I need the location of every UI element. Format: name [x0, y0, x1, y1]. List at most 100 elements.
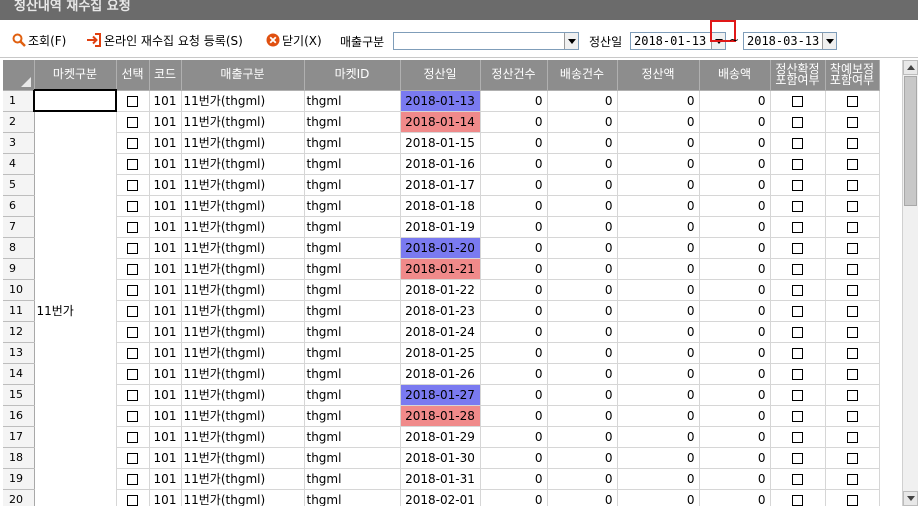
row-number[interactable]: 16 — [3, 405, 35, 427]
select-checkbox[interactable] — [127, 326, 138, 338]
settle-date-cell[interactable]: 2018-01-14 — [400, 111, 481, 133]
delivery-included-cell[interactable] — [825, 153, 880, 175]
market-id-cell[interactable]: thgml — [304, 174, 401, 196]
table-row[interactable]: 4 101 11번가(thgml) thgml 2018-01-16 0 0 0 0 — [3, 153, 880, 175]
settle-included-checkbox[interactable] — [792, 431, 803, 443]
code-cell[interactable]: 101 — [149, 447, 182, 469]
row-number[interactable]: 9 — [3, 258, 35, 280]
code-cell[interactable]: 101 — [149, 384, 182, 406]
market-id-cell[interactable]: thgml — [304, 489, 401, 506]
delivery-included-checkbox[interactable] — [846, 284, 858, 296]
settle-amount-cell[interactable]: 0 — [617, 195, 700, 217]
register-request-button[interactable]: 온라인 재수집 요청 등록(S) — [86, 31, 243, 49]
sales-type-cell[interactable]: 11번가(thgml) — [181, 111, 305, 133]
ship-count-cell[interactable]: 0 — [547, 321, 618, 343]
code-cell[interactable]: 101 — [149, 363, 182, 385]
sales-type-cell[interactable]: 11번가(thgml) — [181, 153, 305, 175]
settle-date-cell[interactable]: 2018-01-23 — [400, 300, 481, 322]
delivery-included-checkbox[interactable] — [846, 494, 858, 506]
settle-included-cell[interactable] — [770, 447, 826, 469]
settle-included-cell[interactable] — [770, 489, 826, 506]
row-number[interactable]: 6 — [3, 195, 35, 217]
settle-date-cell[interactable]: 2018-01-22 — [400, 279, 481, 301]
settle-count-cell[interactable]: 0 — [480, 195, 548, 217]
delivery-included-cell[interactable] — [825, 363, 880, 385]
settle-included-cell[interactable] — [770, 258, 826, 280]
sales-type-cell[interactable]: 11번가(thgml) — [181, 363, 305, 385]
settle-included-cell[interactable] — [770, 384, 826, 406]
chevron-down-icon[interactable] — [822, 33, 836, 49]
col-settle-count[interactable]: 정산건수 — [480, 60, 548, 91]
ship-count-cell[interactable]: 0 — [547, 384, 618, 406]
delivery-included-checkbox[interactable] — [846, 368, 858, 380]
ship-amount-cell[interactable]: 0 — [699, 111, 771, 133]
delivery-included-cell[interactable] — [825, 111, 880, 133]
settle-count-cell[interactable]: 0 — [480, 90, 548, 112]
delivery-included-checkbox[interactable] — [846, 179, 858, 191]
table-row[interactable]: 20 101 11번가(thgml) thgml 2018-02-01 0 0 0 0 — [3, 489, 880, 506]
settle-count-cell[interactable]: 0 — [480, 174, 548, 196]
col-code[interactable]: 코드 — [149, 60, 182, 91]
settle-included-cell[interactable] — [770, 216, 826, 238]
settle-count-cell[interactable]: 0 — [480, 132, 548, 154]
col-market-id[interactable]: 마켓ID — [304, 60, 401, 91]
row-number[interactable]: 5 — [3, 174, 35, 196]
delivery-included-checkbox[interactable] — [846, 221, 858, 233]
select-checkbox-cell[interactable] — [116, 216, 150, 238]
delivery-included-cell[interactable] — [825, 300, 880, 322]
market-id-cell[interactable]: thgml — [304, 300, 401, 322]
table-row[interactable]: 7 101 11번가(thgml) thgml 2018-01-19 0 0 0 0 — [3, 216, 880, 238]
settle-included-cell[interactable] — [770, 111, 826, 133]
delivery-included-checkbox[interactable] — [846, 158, 858, 170]
settle-date-cell[interactable]: 2018-02-01 — [400, 489, 481, 506]
row-number[interactable]: 10 — [3, 279, 35, 301]
select-checkbox-cell[interactable] — [116, 321, 150, 343]
delivery-included-cell[interactable] — [825, 321, 880, 343]
sales-type-cell[interactable]: 11번가(thgml) — [181, 468, 305, 490]
settle-date-cell[interactable]: 2018-01-30 — [400, 447, 481, 469]
ship-count-cell[interactable]: 0 — [547, 468, 618, 490]
settle-included-checkbox[interactable] — [792, 179, 803, 191]
settle-included-cell[interactable] — [770, 342, 826, 364]
settle-included-cell[interactable] — [770, 90, 826, 112]
settle-date-cell[interactable]: 2018-01-15 — [400, 132, 481, 154]
select-checkbox[interactable] — [127, 368, 138, 380]
delivery-included-cell[interactable] — [825, 279, 880, 301]
settle-count-cell[interactable]: 0 — [480, 363, 548, 385]
sales-type-cell[interactable]: 11번가(thgml) — [181, 279, 305, 301]
ship-count-cell[interactable]: 0 — [547, 405, 618, 427]
settle-amount-cell[interactable]: 0 — [617, 489, 700, 506]
settle-date-cell[interactable]: 2018-01-19 — [400, 216, 481, 238]
search-button[interactable]: 조회(F) — [12, 31, 66, 49]
delivery-included-checkbox[interactable] — [846, 326, 858, 338]
table-row[interactable]: 19 101 11번가(thgml) thgml 2018-01-31 0 0 0 0 — [3, 468, 880, 490]
code-cell[interactable]: 101 — [149, 216, 182, 238]
settle-count-cell[interactable]: 0 — [480, 447, 548, 469]
ship-amount-cell[interactable]: 0 — [699, 237, 771, 259]
settle-included-cell[interactable] — [770, 468, 826, 490]
settle-amount-cell[interactable]: 0 — [617, 342, 700, 364]
date-to-picker[interactable]: 2018-03-13 — [743, 32, 837, 50]
table-row[interactable]: 1 101 11번가(thgml) thgml 2018-01-13 0 0 0 0 — [3, 89, 880, 112]
select-checkbox[interactable] — [127, 221, 138, 233]
delivery-included-cell[interactable] — [825, 489, 880, 506]
settle-count-cell[interactable]: 0 — [480, 237, 548, 259]
grid-corner[interactable] — [3, 60, 35, 91]
sales-type-cell[interactable]: 11번가(thgml) — [181, 384, 305, 406]
market-id-cell[interactable]: thgml — [304, 216, 401, 238]
settle-count-cell[interactable]: 0 — [480, 279, 548, 301]
settle-included-checkbox[interactable] — [792, 116, 803, 128]
code-cell[interactable]: 101 — [149, 258, 182, 280]
row-number[interactable]: 12 — [3, 321, 35, 343]
sales-type-select[interactable] — [393, 32, 579, 50]
ship-amount-cell[interactable]: 0 — [699, 321, 771, 343]
settle-amount-cell[interactable]: 0 — [617, 468, 700, 490]
settle-included-checkbox[interactable] — [792, 305, 803, 317]
ship-amount-cell[interactable]: 0 — [699, 195, 771, 217]
table-row[interactable]: 9 101 11번가(thgml) thgml 2018-01-21 0 0 0 0 — [3, 258, 880, 280]
sales-type-cell[interactable]: 11번가(thgml) — [181, 489, 305, 506]
table-row[interactable]: 2 11번가 101 11번가(thgml) thgml 2018-01-14 0 0 0 0 — [3, 111, 880, 506]
settle-count-cell[interactable]: 0 — [480, 342, 548, 364]
settle-included-cell[interactable] — [770, 279, 826, 301]
settle-date-cell[interactable]: 2018-01-28 — [400, 405, 481, 427]
